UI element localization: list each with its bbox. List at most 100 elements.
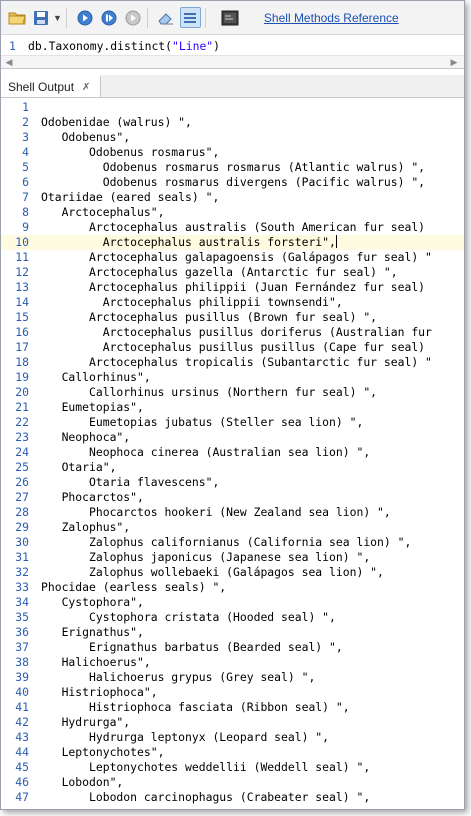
line-number: 2: [22, 115, 29, 129]
line-text: Arctocephalus australis (South American …: [41, 220, 426, 234]
line-text: Arctocephalus philippii (Juan Fernández …: [41, 280, 426, 294]
line-text: Arctocephalus pusillus doriferus (Austra…: [41, 325, 432, 339]
console-icon[interactable]: [220, 8, 240, 28]
toolbar-divider: [146, 7, 148, 28]
line-number: 28: [15, 505, 29, 519]
shell-methods-reference-link[interactable]: Shell Methods Reference: [264, 11, 399, 25]
output-line: 28 Phocarctos hookeri (New Zealand sea l…: [1, 505, 464, 520]
line-number: 35: [15, 610, 29, 624]
output-line: 2 Odobenidae (walrus) ",: [1, 115, 464, 130]
tab-shell-output[interactable]: Shell Output ✗: [1, 75, 101, 97]
output-line: 43 Hydrurga leptonyx (Leopard seal) ",: [1, 730, 464, 745]
line-text: Odobenidae (walrus) ",: [41, 115, 192, 129]
line-text: Odobenus rosmarus",: [41, 145, 220, 159]
scroll-left-icon[interactable]: ◀: [3, 56, 15, 68]
code-string: "Line": [172, 39, 214, 53]
output-line: 44 Leptonychotes",: [1, 745, 464, 760]
line-text: Zalophus",: [41, 520, 131, 534]
line-number: 43: [15, 730, 29, 744]
stop-icon[interactable]: [123, 8, 143, 28]
output-line: 21 Eumetopias",: [1, 400, 464, 415]
line-text: Arctocephalus pusillus pusillus (Cape fu…: [41, 340, 426, 354]
save-dropdown-icon[interactable]: ▼: [53, 13, 62, 23]
line-number: 1: [22, 100, 29, 114]
line-number: 3: [22, 130, 29, 144]
output-line: 40 Histriophoca",: [1, 685, 464, 700]
output-line: 46 Lobodon",: [1, 775, 464, 790]
line-number: 34: [15, 595, 29, 609]
line-text: Arctocephalus pusillus (Brown fur seal) …: [41, 310, 378, 324]
line-number: 18: [15, 355, 29, 369]
output-view-icon[interactable]: [179, 7, 201, 28]
close-icon[interactable]: ✗: [82, 82, 90, 93]
editor-horizontal-scrollbar[interactable]: ◀ ▶: [1, 55, 464, 68]
output-tab-bar: Shell Output ✗: [1, 75, 464, 98]
line-text: Odobenus rosmarus rosmarus (Atlantic wal…: [41, 160, 426, 174]
output-line: 11 Arctocephalus galapagoensis (Galápago…: [1, 250, 464, 265]
code-close: ): [213, 39, 221, 53]
shell-output-panel[interactable]: 1 2 Odobenidae (walrus) ", 3 Odobenus", 4 Od…: [1, 98, 464, 809]
line-text: Zalophus japonicus (Japanese sea lion) "…: [41, 550, 371, 564]
output-line: 42 Hydrurga",: [1, 715, 464, 730]
output-line: 27 Phocarctos",: [1, 490, 464, 505]
save-icon[interactable]: [31, 8, 51, 28]
output-line: 17 Arctocephalus pusillus pusillus (Cape…: [1, 340, 464, 355]
clear-icon[interactable]: [156, 8, 176, 28]
line-text: Hydrurga leptonyx (Leopard seal) ",: [41, 730, 330, 744]
toolbar-divider: [65, 7, 67, 28]
output-line: 12 Arctocephalus gazella (Antarctic fur …: [1, 265, 464, 280]
output-line: 26 Otaria flavescens",: [1, 475, 464, 490]
line-text: Arctocephalus australis forsteri",: [41, 235, 337, 249]
open-folder-icon[interactable]: [7, 8, 27, 28]
output-line: 41 Histriophoca fasciata (Ribbon seal) "…: [1, 700, 464, 715]
output-line: 34 Cystophora",: [1, 595, 464, 610]
line-number: 24: [15, 445, 29, 459]
toolbar: ▼ Shell Methods Reference: [1, 1, 464, 35]
line-text: Otaria",: [41, 460, 117, 474]
output-line: 23 Neophoca",: [1, 430, 464, 445]
output-line: 15 Arctocephalus pusillus (Brown fur sea…: [1, 310, 464, 325]
line-number: 6: [22, 175, 29, 189]
line-text: Lobodon",: [41, 775, 124, 789]
line-number: 19: [15, 370, 29, 384]
line-number: 37: [15, 640, 29, 654]
line-text: Arctocephalus tropicalis (Subantarctic f…: [41, 355, 432, 369]
line-number: 44: [15, 745, 29, 759]
output-line: 3 Odobenus",: [1, 130, 464, 145]
query-editor[interactable]: 1 db.Taxonomy.distinct("Line") ◀ ▶: [1, 35, 464, 69]
line-text: Hydrurga",: [41, 715, 131, 729]
output-line: 31 Zalophus japonicus (Japanese sea lion…: [1, 550, 464, 565]
line-text: Halichoerus grypus (Grey seal) ",: [41, 670, 316, 684]
step-icon[interactable]: [99, 8, 119, 28]
line-text: Halichoerus",: [41, 655, 151, 669]
line-text: Phocarctos hookeri (New Zealand sea lion…: [41, 505, 391, 519]
line-number: 5: [22, 160, 29, 174]
output-line: 35 Cystophora cristata (Hooded seal) ",: [1, 610, 464, 625]
line-number: 12: [15, 265, 29, 279]
output-line: 47 Lobodon carcinophagus (Crabeater seal…: [1, 790, 464, 805]
editor-code[interactable]: db.Taxonomy.distinct("Line"): [28, 39, 220, 53]
tab-label: Shell Output: [8, 80, 75, 94]
line-number: 41: [15, 700, 29, 714]
line-number: 21: [15, 400, 29, 414]
run-icon[interactable]: [75, 8, 95, 28]
line-text: Callorhinus",: [41, 370, 151, 384]
line-number: 15: [15, 310, 29, 324]
line-text: Lobodon carcinophagus (Crabeater seal) "…: [41, 790, 371, 804]
line-text: Otaria flavescens",: [41, 475, 220, 489]
line-number: 29: [15, 520, 29, 534]
scroll-right-icon[interactable]: ▶: [448, 56, 460, 68]
line-number: 42: [15, 715, 29, 729]
line-number: 26: [15, 475, 29, 489]
output-line: 33 Phocidae (earless seals) ",: [1, 580, 464, 595]
output-line: 16 Arctocephalus pusillus doriferus (Aus…: [1, 325, 464, 340]
output-line: 10 Arctocephalus australis forsteri",: [1, 235, 464, 250]
line-number: 22: [15, 415, 29, 429]
output-line: 1: [1, 100, 464, 115]
output-line: 5 Odobenus rosmarus rosmarus (Atlantic w…: [1, 160, 464, 175]
line-number: 32: [15, 565, 29, 579]
output-line: 19 Callorhinus",: [1, 370, 464, 385]
line-text: Leptonychotes",: [41, 745, 165, 759]
output-line: 20 Callorhinus ursinus (Northern fur sea…: [1, 385, 464, 400]
line-text: Neophoca",: [41, 430, 131, 444]
